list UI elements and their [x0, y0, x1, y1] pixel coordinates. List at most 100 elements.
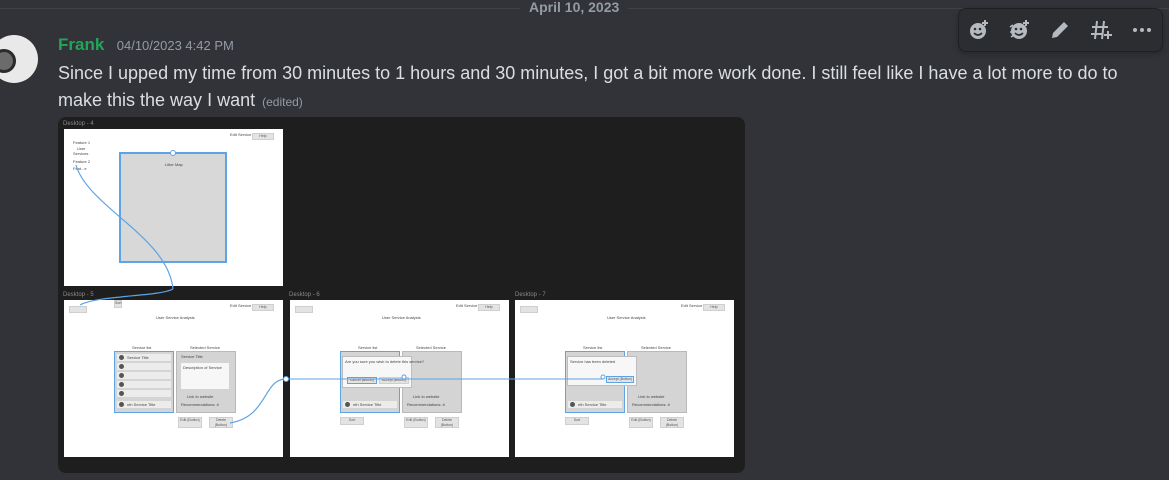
- screen-title: User Service Analysis: [607, 315, 646, 320]
- sort-button: Sort: [114, 300, 123, 308]
- top-link: Edit Service: [456, 303, 478, 308]
- accept-button-mock: Accept (Button): [379, 377, 409, 384]
- help-button: Help: [252, 304, 274, 311]
- list-item: Service Title: [117, 354, 171, 361]
- cancel-button-mock: Cancel (Button): [347, 377, 377, 384]
- message-toolbar: [958, 8, 1163, 52]
- recommendations: Recommendations: #: [181, 402, 219, 407]
- username[interactable]: Frank: [58, 35, 104, 54]
- edit-button-mock: Edit (Button): [178, 417, 202, 428]
- selected-title: Service Title: [181, 354, 203, 359]
- delete-button-mock: Delete (Button): [435, 417, 459, 428]
- help-button: Help: [478, 304, 500, 311]
- menu-item: Feature 1: [73, 140, 91, 145]
- message-header: Frank 04/10/2023 4:42 PM: [58, 35, 234, 55]
- service-list: Service Title nth Service Title: [114, 351, 174, 413]
- bullet: [119, 364, 124, 369]
- message-content: Since I upped my time from 30 minutes to…: [58, 60, 1128, 116]
- list-item: [117, 363, 171, 370]
- bullet: [119, 391, 124, 396]
- delete-button-mock: Delete (Button): [209, 417, 233, 428]
- sort-button: Sort: [340, 417, 364, 425]
- frame-label-desktop-5: Desktop - 5: [63, 292, 94, 298]
- timestamp[interactable]: 04/10/2023 4:42 PM: [117, 38, 234, 53]
- super-reaction-icon: [1009, 20, 1029, 39]
- website-link: Link to website: [413, 394, 440, 399]
- edit-button[interactable]: [1044, 14, 1076, 46]
- selected-header: Selected Service: [190, 345, 221, 350]
- delete-button-mock: Delete (Button): [660, 417, 684, 428]
- connector-node: [283, 376, 289, 382]
- description-box: Description of Service: [181, 363, 229, 389]
- edit-button-mock: Edit (Button): [629, 417, 653, 428]
- screen-title: User Service Analysis: [156, 315, 195, 320]
- deleted-dialog: Service has been deleted Accept (Button): [567, 356, 637, 386]
- frame-label-desktop-7: Desktop - 7: [515, 292, 546, 298]
- screen-title: User Service Analysis: [382, 315, 421, 320]
- create-thread-button[interactable]: [1085, 14, 1117, 46]
- list-item: [117, 390, 171, 397]
- divider-date: April 10, 2023: [520, 0, 629, 15]
- super-reaction-button[interactable]: [1004, 14, 1036, 46]
- list-item-title: nth Service Title: [127, 402, 156, 407]
- list-item: nth Service Title: [568, 401, 622, 408]
- frame-desktop-4: Feature 1 User Services Feature 2 Feat..…: [64, 129, 283, 286]
- frame-desktop-6: Edit Service Help User Service Analysis …: [290, 300, 509, 457]
- bullet: [345, 402, 350, 407]
- selected-service-panel: Service Title Description of Service Lin…: [176, 351, 236, 413]
- list-item-title: nth Service Title: [353, 402, 382, 407]
- create-thread-icon: [1091, 20, 1113, 40]
- list-item: nth Service Title: [343, 401, 397, 408]
- list-header: Service list: [358, 345, 378, 350]
- dialog-text: Are you sure you wish to delete this ser…: [345, 359, 425, 364]
- top-link: Edit Service: [230, 303, 252, 308]
- list-header: Service list: [132, 345, 152, 350]
- more-button[interactable]: [1126, 14, 1158, 46]
- bullet: [119, 382, 124, 387]
- dialog-text: Service has been deleted: [570, 359, 616, 364]
- list-item: nth Service Title: [117, 401, 171, 408]
- top-link: Edit Service: [230, 132, 252, 137]
- avatar[interactable]: [0, 35, 38, 83]
- back-button: [69, 306, 87, 313]
- recommendations: Recommendations: #: [632, 402, 670, 407]
- bullet: [119, 402, 124, 407]
- bullet: [119, 355, 124, 360]
- recommendations: Recommendations: #: [407, 402, 445, 407]
- list-item: [117, 381, 171, 388]
- website-link: Link to website: [187, 394, 214, 399]
- back-button: [520, 306, 538, 313]
- list-item-title: nth Service Title: [578, 402, 607, 407]
- list-item: [117, 372, 171, 379]
- top-link: Edit Service: [681, 303, 703, 308]
- bullet: [570, 402, 575, 407]
- help-button: Help: [703, 304, 725, 311]
- selected-header: Selected Service: [641, 345, 672, 350]
- frame-label-desktop-4: Desktop - 4: [63, 121, 94, 127]
- list-item-title: Service Title: [127, 355, 149, 360]
- map-title: Litter Map: [165, 162, 183, 167]
- website-link: Link to website: [638, 394, 665, 399]
- add-reaction-button[interactable]: [963, 14, 995, 46]
- accept-button-mock: Accept (Button): [606, 376, 634, 383]
- edit-button-mock: Edit (Button): [404, 417, 428, 428]
- frame-desktop-5: Edit Service Help User Service Analysis …: [64, 300, 283, 457]
- frame-label-desktop-6: Desktop - 6: [289, 292, 320, 298]
- image-attachment[interactable]: Desktop - 4 Feature 1 User Services Feat…: [58, 117, 745, 473]
- edited-label[interactable]: (edited): [262, 95, 303, 109]
- back-button: [295, 306, 313, 313]
- delete-confirm-dialog: Are you sure you wish to delete this ser…: [342, 356, 424, 388]
- edit-icon: [1052, 22, 1069, 38]
- description: Description of Service: [183, 365, 222, 370]
- menu-item: Services: [73, 151, 89, 156]
- menu-item: Feat...e: [73, 166, 87, 171]
- add-reaction-icon: [970, 20, 989, 39]
- selected-header: Selected Service: [416, 345, 447, 350]
- avatar-image: [0, 49, 16, 73]
- menu-item: Feature 2: [73, 159, 91, 164]
- frame-desktop-7: Edit Service Help User Service Analysis …: [515, 300, 734, 457]
- help-button: Help: [252, 133, 274, 140]
- more-icon: [1132, 28, 1151, 32]
- bullet: [119, 373, 124, 378]
- list-header: Service list: [583, 345, 603, 350]
